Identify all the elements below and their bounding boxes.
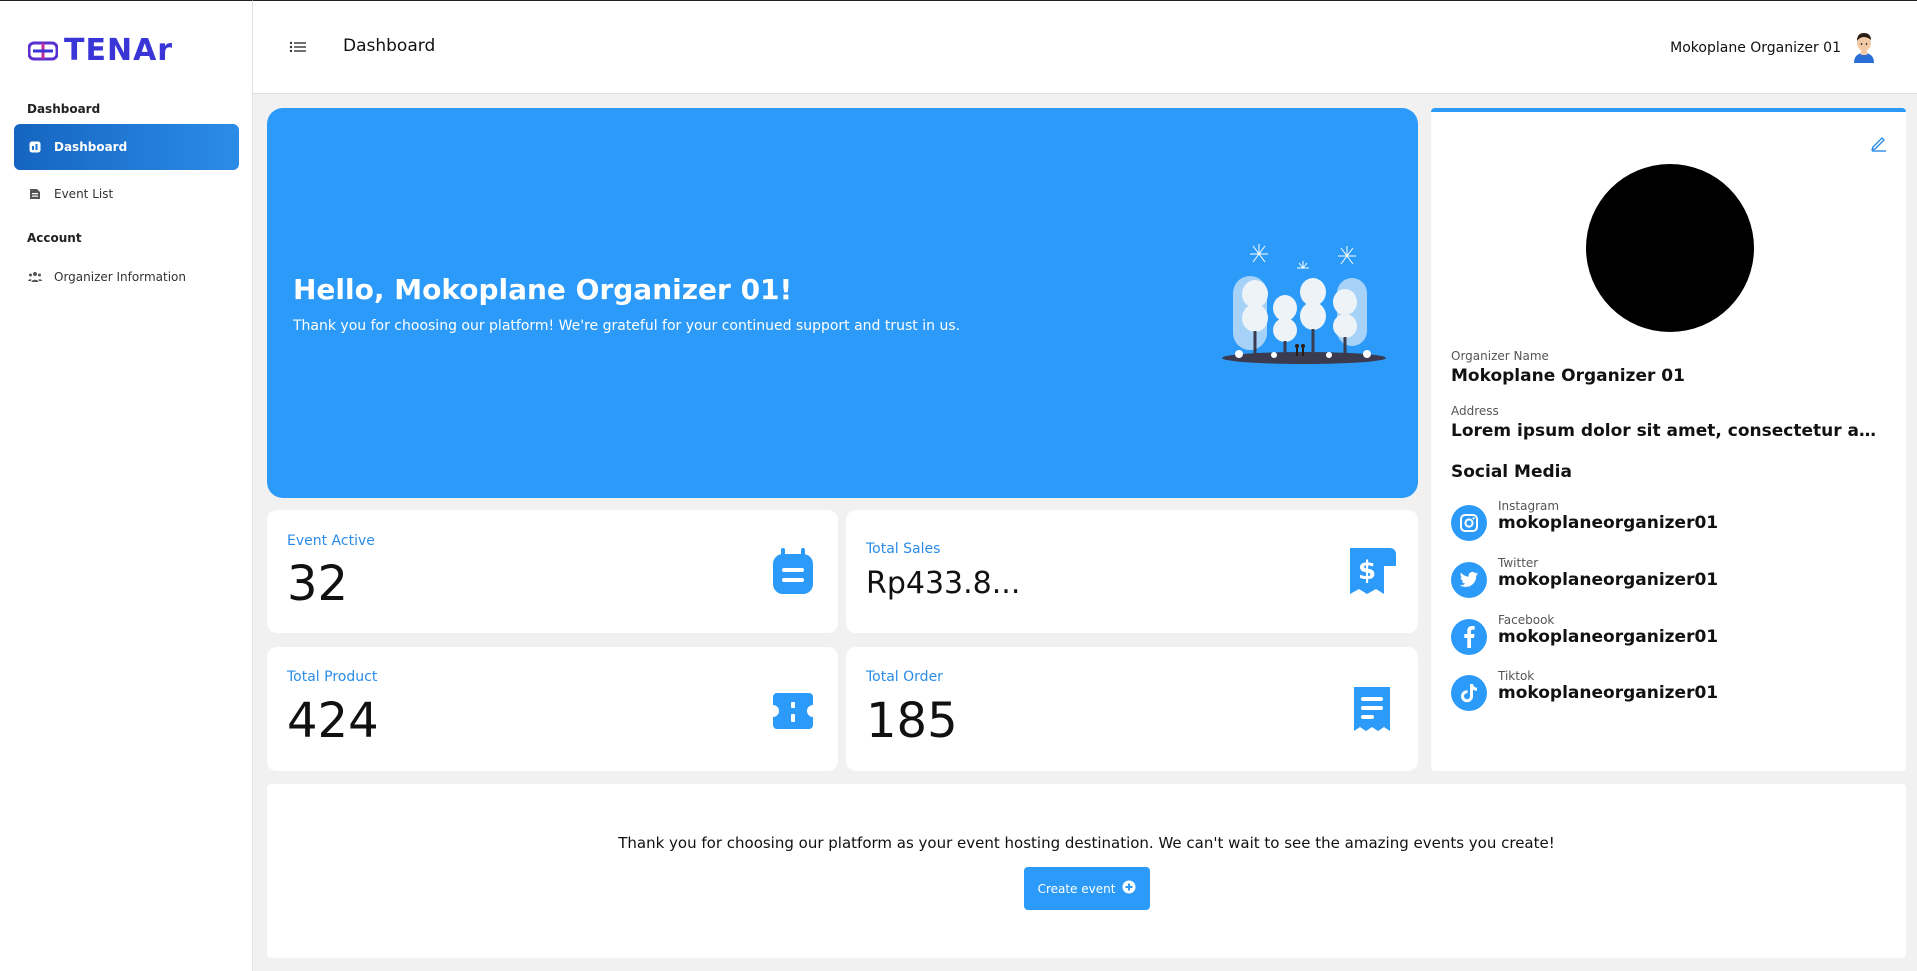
sidebar-section-account: Account <box>27 231 82 245</box>
dashboard-icon <box>28 140 42 154</box>
stat-card-total-product[interactable]: Total Product 424 <box>267 647 838 771</box>
organizer-profile-card: Organizer Name Mokoplane Organizer 01 Ad… <box>1431 108 1906 771</box>
social-platform: Facebook <box>1498 613 1555 627</box>
celebration-illustration <box>1222 244 1386 364</box>
logo-mark-icon <box>28 41 58 60</box>
sidebar-item-organizer-information[interactable]: Organizer Information <box>14 254 239 300</box>
social-item-tiktok[interactable]: Tiktok mokoplaneorganizer01 <box>1451 669 1891 711</box>
organizer-name-label: Organizer Name <box>1451 349 1549 363</box>
stat-label: Total Product <box>287 669 378 685</box>
address-value: Lorem ipsum dolor sit amet, consectetur … <box>1451 421 1886 441</box>
top-bar: Dashboard Mokoplane Organizer 01 <box>253 0 1917 94</box>
social-item-twitter[interactable]: Twitter mokoplaneorganizer01 <box>1451 556 1891 598</box>
welcome-banner: Hello, Mokoplane Organizer 01! Thank you… <box>267 108 1418 498</box>
edit-profile-icon[interactable] <box>1870 134 1888 152</box>
sidebar-item-event-list[interactable]: Event List <box>14 171 239 217</box>
sidebar-item-label: Dashboard <box>54 140 128 154</box>
create-event-label: Create event <box>1037 881 1116 896</box>
twitter-icon <box>1451 562 1487 598</box>
organizer-name: Mokoplane Organizer 01 <box>1451 366 1685 386</box>
sales-receipt-icon: $ <box>1350 548 1396 594</box>
stat-label: Total Order <box>866 669 943 685</box>
menu-toggle-icon[interactable] <box>289 39 309 55</box>
social-item-facebook[interactable]: Facebook mokoplaneorganizer01 <box>1451 613 1891 655</box>
social-handle: mokoplaneorganizer01 <box>1498 570 1719 590</box>
sidebar-item-dashboard[interactable]: Dashboard <box>14 124 239 170</box>
stat-card-total-order[interactable]: Total Order 185 <box>846 647 1418 771</box>
ticket-icon <box>773 693 813 729</box>
avatar-icon <box>1854 33 1874 63</box>
stat-label: Total Sales <box>866 541 941 557</box>
sidebar-item-label: Event List <box>54 187 114 201</box>
social-handle: mokoplaneorganizer01 <box>1498 627 1719 647</box>
page-title: Dashboard <box>343 36 436 56</box>
brand-logo[interactable]: TENAr <box>28 33 173 68</box>
user-name[interactable]: Mokoplane Organizer 01 <box>1670 40 1841 56</box>
plus-circle-icon <box>1122 880 1136 897</box>
create-event-message: Thank you for choosing our platform as y… <box>618 834 1555 852</box>
facebook-icon <box>1451 619 1487 655</box>
svg-text:$: $ <box>1358 556 1376 586</box>
stat-card-total-sales[interactable]: Total Sales Rp433.8... $ <box>846 510 1418 633</box>
social-handle: mokoplaneorganizer01 <box>1498 683 1719 703</box>
welcome-message: Thank you for choosing our platform! We'… <box>293 318 961 334</box>
social-platform: Twitter <box>1498 556 1539 570</box>
stat-value: 424 <box>287 693 379 749</box>
users-icon <box>28 270 42 284</box>
sidebar-section-dashboard: Dashboard <box>27 102 101 116</box>
calendar-icon <box>773 548 813 594</box>
stat-value: 32 <box>287 556 349 612</box>
create-event-card: Thank you for choosing our platform as y… <box>267 784 1906 958</box>
user-avatar[interactable] <box>1849 31 1879 63</box>
tiktok-icon <box>1451 675 1487 711</box>
brand-name: TENAr <box>64 33 174 68</box>
social-platform: Instagram <box>1498 499 1560 513</box>
stat-card-event-active[interactable]: Event Active 32 <box>267 510 838 633</box>
order-receipt-icon <box>1354 687 1390 731</box>
social-handle: mokoplaneorganizer01 <box>1498 513 1719 533</box>
address-label: Address <box>1451 404 1499 418</box>
welcome-heading: Hello, Mokoplane Organizer 01! <box>293 273 793 306</box>
stat-label: Event Active <box>287 533 375 549</box>
social-media-title: Social Media <box>1451 462 1572 482</box>
sidebar: TENAr Dashboard Dashboard Event List Acc… <box>0 0 253 971</box>
social-item-instagram[interactable]: Instagram mokoplaneorganizer01 <box>1451 499 1891 541</box>
sidebar-item-label: Organizer Information <box>54 270 186 284</box>
create-event-button[interactable]: Create event <box>1024 867 1150 910</box>
list-icon <box>28 187 42 201</box>
organizer-photo <box>1586 164 1754 332</box>
stat-value: Rp433.8... <box>866 566 1021 601</box>
instagram-icon <box>1451 505 1487 541</box>
social-platform: Tiktok <box>1498 669 1535 683</box>
stat-value: 185 <box>866 693 958 749</box>
